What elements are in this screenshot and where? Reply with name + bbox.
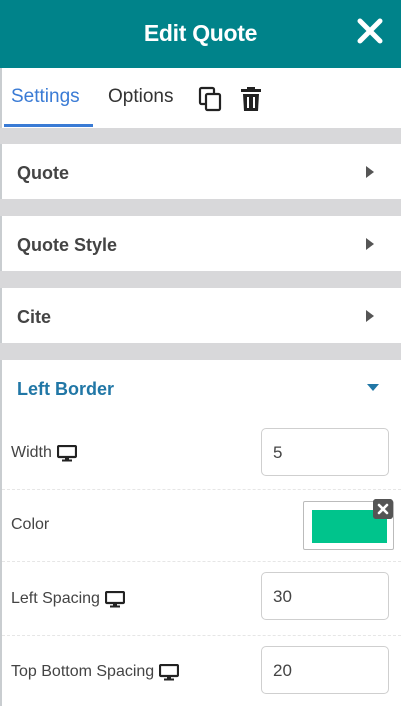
- panel-divider: [0, 343, 401, 360]
- panel-divider: [0, 199, 401, 216]
- panel-label: Left Border: [17, 379, 115, 399]
- caret-right-icon: [366, 310, 374, 322]
- width-label-text: Width: [11, 444, 52, 461]
- color-label: Color: [11, 516, 50, 533]
- left-border-settings: Width 5 Color Left Spacing 30 Top Bottom…: [0, 416, 401, 706]
- caret-right-icon: [366, 166, 374, 178]
- dialog-header: Edit Quote: [0, 0, 401, 68]
- copy-icon[interactable]: [198, 86, 224, 112]
- tab-bar: Settings Options: [0, 68, 401, 128]
- tab-options[interactable]: Options: [108, 86, 173, 108]
- panel-left-border[interactable]: Left Border: [0, 360, 401, 417]
- desktop-icon[interactable]: [159, 663, 180, 681]
- top-bottom-spacing-row: Top Bottom Spacing 20: [2, 636, 401, 706]
- desktop-icon[interactable]: [104, 590, 125, 608]
- clear-color-icon[interactable]: [373, 499, 393, 519]
- caret-right-icon: [366, 238, 374, 250]
- top-bottom-spacing-input[interactable]: 20: [261, 646, 389, 694]
- panel-divider: [0, 271, 401, 288]
- width-label: Width: [11, 444, 77, 462]
- caret-down-icon: [367, 384, 379, 391]
- left-spacing-label: Left Spacing: [11, 590, 125, 608]
- panel-label: Quote Style: [17, 235, 118, 255]
- left-spacing-input[interactable]: 30: [261, 572, 389, 620]
- width-row: Width 5: [2, 416, 401, 490]
- panel-label: Quote: [17, 163, 69, 183]
- panel-label: Cite: [17, 307, 52, 327]
- close-icon[interactable]: [355, 16, 385, 46]
- tab-settings[interactable]: Settings: [11, 86, 80, 108]
- trash-icon[interactable]: [238, 86, 264, 112]
- width-input[interactable]: 5: [261, 428, 389, 476]
- top-bottom-spacing-label: Top Bottom Spacing: [11, 663, 180, 681]
- desktop-icon[interactable]: [56, 444, 77, 462]
- top-bottom-spacing-label-text: Top Bottom Spacing: [11, 663, 155, 680]
- left-spacing-row: Left Spacing 30: [2, 562, 401, 636]
- panel-quote[interactable]: Quote: [0, 144, 401, 199]
- panel-divider: [0, 128, 401, 144]
- active-tab-indicator: [4, 124, 93, 127]
- left-spacing-label-text: Left Spacing: [11, 590, 100, 607]
- panel-cite[interactable]: Cite: [0, 288, 401, 343]
- dialog-title: Edit Quote: [143, 20, 258, 46]
- panel-quote-style[interactable]: Quote Style: [0, 216, 401, 271]
